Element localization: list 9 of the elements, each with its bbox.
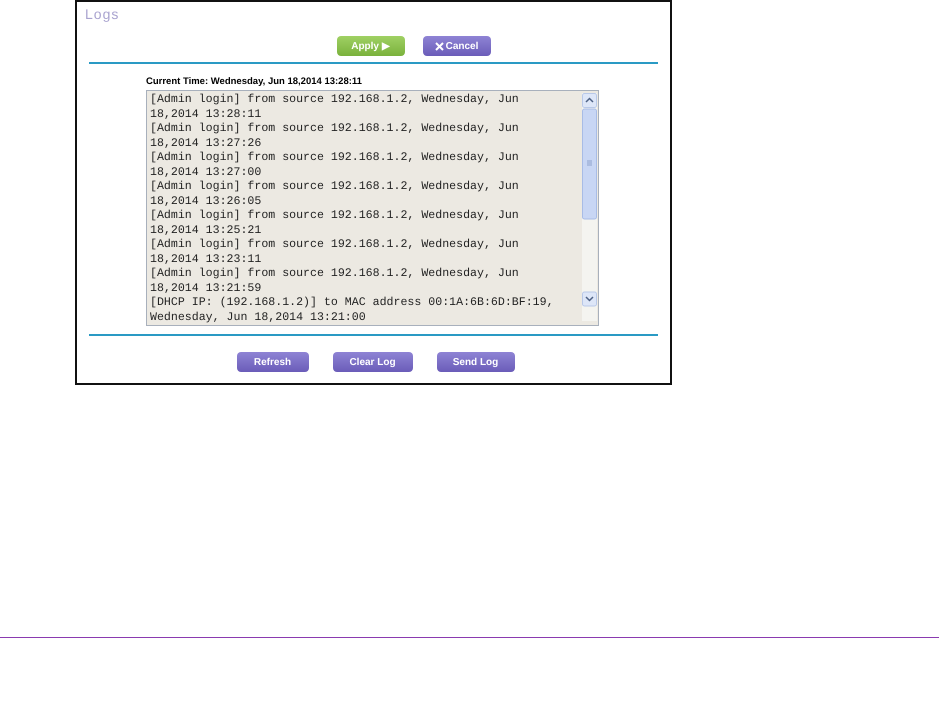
current-time-label: Current Time: Wednesday, Jun 18,2014 13:28:11 bbox=[146, 76, 362, 87]
clear-log-button[interactable]: Clear Log bbox=[332, 352, 412, 372]
refresh-button[interactable]: Refresh bbox=[236, 352, 308, 372]
cancel-button[interactable]: Cancel bbox=[422, 36, 490, 56]
log-text-area[interactable]: [Admin login] from source 192.168.1.2, Wednesday, Jun 18,2014 13:28:11 [Admin login] from source 192.168.1.2, Wednesday, Jun 18,2014 13:27:26 [Admin login] from source 192.168.1.2, Wednesday, Jun 18,2014 13:27:00 [Admin login] from source 192.168.1.2, Wednesday, Jun 18,2014 13:26:05 [Admin login] from source 192.168.1.2, Wednesday, Jun 18,2014 13:25:21 [Admin login] from source 192.168.1.2, Wednesday, Jun 18,2014 13:23:11 [Admin login] from source 192.168.1.2, Wednesday, Jun 18,2014 13:21:59 [DHCP IP: (192.168.1.2)] to MAC address 00:1A:6B:6D:BF:19, Wednesday, Jun 18,2014 13:21:00 bbox=[146, 90, 599, 326]
panel-title: Logs bbox=[85, 6, 120, 22]
send-log-button[interactable]: Send Log bbox=[436, 352, 514, 372]
close-icon bbox=[434, 42, 444, 50]
scrollbar-drawing[interactable] bbox=[582, 93, 597, 321]
